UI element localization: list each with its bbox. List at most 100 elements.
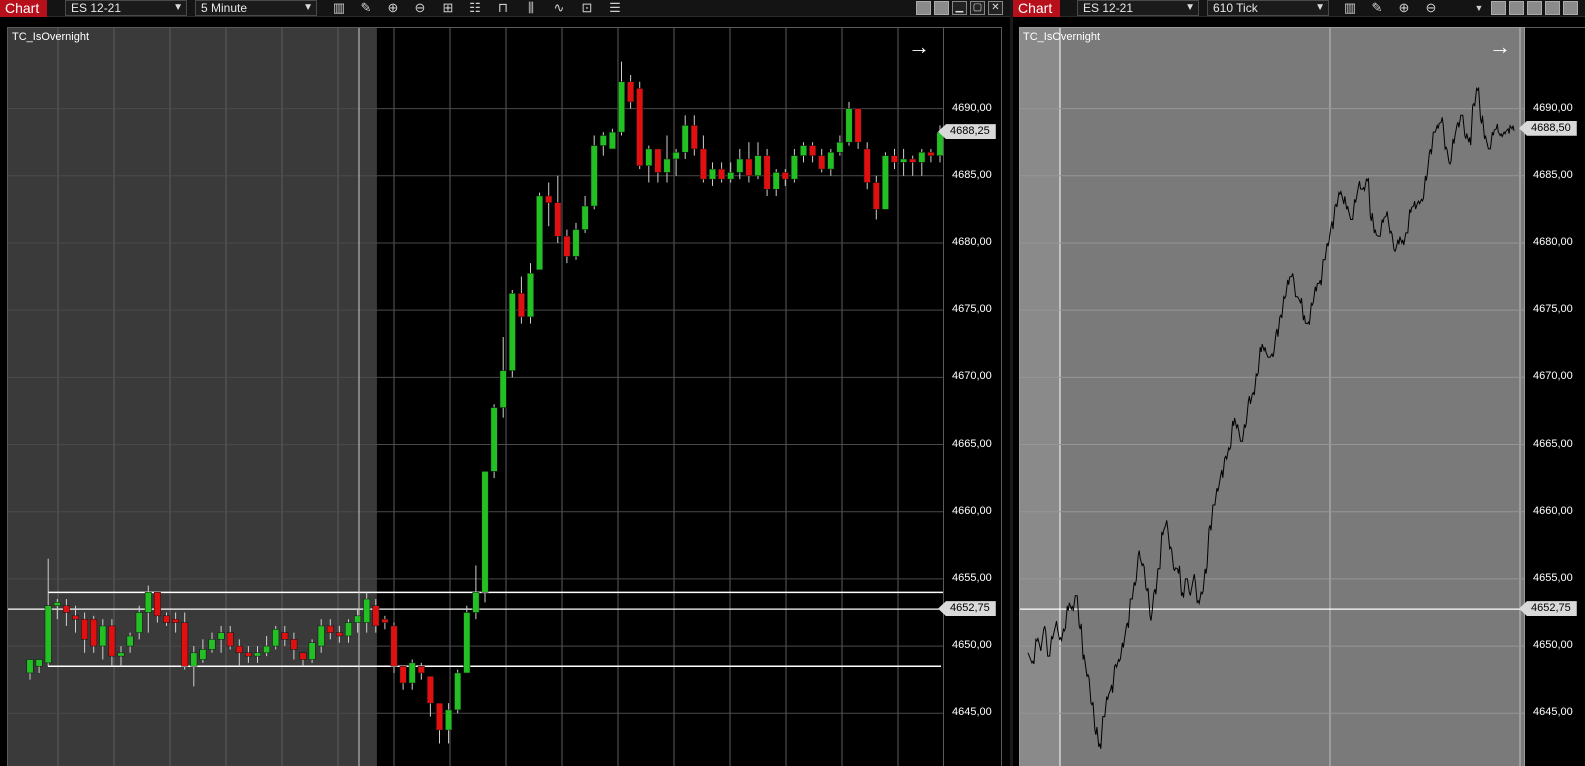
price-tick-label: 4675,00 [1533,303,1573,316]
candle-down [563,236,571,257]
chart-window-5min: Chart ES 12-21 ▼ 5 Minute ▼ ▥ ✎ ⊕ ⊖ ⊞ ☷ … [0,0,1010,766]
candle-down [927,152,935,156]
candlestick-chart [8,28,943,766]
candle-down [326,625,334,633]
candle-up [709,168,716,180]
price-axis[interactable]: 4690,00 4685,00 4680,00 4675,00 4670,00 4665,… [1519,27,1585,766]
maximize-button[interactable]: ▢ [970,1,985,15]
candle-down [281,632,289,640]
candle-down [335,632,343,637]
toolbar-overflow-chevron-icon[interactable]: ▼ [1468,0,1490,16]
candle-down [872,182,880,210]
price-tick-label: 4655,00 [952,571,992,584]
indicators-icon[interactable]: ⫼ [520,0,542,16]
window-option-button[interactable] [1527,1,1542,15]
window-option-button[interactable] [916,1,931,15]
price-tick-label: 4645,00 [952,706,992,719]
candle-up [53,602,61,607]
window-option-button[interactable] [1563,1,1578,15]
candle-up [590,145,598,207]
candle-up [144,592,152,613]
close-button[interactable]: ✕ [988,1,1003,15]
candle-down [390,625,398,667]
candle-up [472,592,480,613]
scroll-to-latest-arrow-icon[interactable]: → [1489,34,1511,60]
window-option-button[interactable] [1509,1,1524,15]
candle-up [663,158,671,173]
price-tick-label: 4660,00 [952,504,992,517]
price-tick-label: 4680,00 [952,235,992,248]
candle-down [854,108,862,143]
candle-down [818,155,826,170]
candle-down [235,645,243,654]
candle-up [618,81,625,133]
candle-down [244,652,252,657]
instrument-value: ES 12-21 [71,1,122,15]
data-box-icon[interactable]: ⊡ [576,0,598,16]
chevron-down-icon: ▼ [1315,2,1325,13]
candle-up [736,158,744,173]
candle-down [654,148,662,173]
candle-up [99,625,107,647]
price-tick-label: 4650,00 [952,639,992,652]
candle-up [26,659,34,674]
zoom-out-icon[interactable]: ⊖ [1420,0,1442,16]
tick-line-chart [1020,28,1524,766]
window-option-button[interactable] [1491,1,1506,15]
horizontal-line-price-tag: 4652,75 [938,601,996,617]
candle-up [581,205,589,230]
window-option-button[interactable] [1545,1,1560,15]
chart-tab[interactable]: Chart [0,0,47,17]
price-axis[interactable]: 4690,00 4685,00 4680,00 4675,00 4670,00 4665,… [938,27,1002,766]
candle-down [718,168,726,180]
candle-down [745,158,753,177]
candle-down [863,148,871,183]
indicator-label: TC_IsOvernight [1023,31,1101,43]
candle-up [454,672,462,711]
interval-value: 610 Tick [1213,1,1258,15]
price-tick-label: 4685,00 [952,168,992,181]
candle-up [35,659,43,667]
drawing-pencil-icon[interactable]: ✎ [1366,0,1388,16]
candle-up [445,709,453,731]
candle-up [572,229,580,257]
candle-up [345,622,352,637]
templates-icon[interactable]: ⊓ [492,0,514,16]
candle-down [436,702,443,731]
zoom-in-icon[interactable]: ⊕ [1393,0,1415,16]
chart-plot-area[interactable] [7,27,944,766]
candle-down [226,632,234,647]
zoom-in-icon[interactable]: ⊕ [382,0,404,16]
chart-plot-area[interactable] [1019,27,1525,766]
zoom-out-icon[interactable]: ⊖ [409,0,431,16]
properties-icon[interactable]: ☷ [464,0,486,16]
candle-up [272,629,280,647]
bar-type-icon[interactable]: ▥ [1339,0,1361,16]
interval-selector[interactable]: 5 Minute ▼ [195,0,317,16]
candle-up [199,649,207,660]
candle-down [554,202,562,237]
candle-up [881,155,889,210]
candle-down [399,665,407,684]
chart-tab[interactable]: Chart [1013,0,1060,17]
minimize-button[interactable]: ▁ [952,1,967,15]
strategies-icon[interactable]: ∿ [548,0,570,16]
instrument-value: ES 12-21 [1083,1,1134,15]
instrument-selector[interactable]: ES 12-21 ▼ [1077,0,1199,16]
window-option-button[interactable] [934,1,949,15]
candle-up [363,598,371,623]
candle-up [645,148,653,166]
drawing-pencil-icon[interactable]: ✎ [355,0,377,16]
candle-down [763,155,771,190]
candle-up [135,612,143,633]
crosshair-icon[interactable]: ⊞ [437,0,459,16]
interval-selector[interactable]: 610 Tick ▼ [1207,0,1329,16]
bar-type-icon[interactable]: ▥ [328,0,350,16]
price-tick-label: 4690,00 [1533,101,1573,114]
instrument-selector[interactable]: ES 12-21 ▼ [65,0,187,16]
candle-up [845,108,853,143]
menu-list-icon[interactable]: ☰ [604,0,626,16]
candle-down [81,618,89,640]
scroll-to-latest-arrow-icon[interactable]: → [908,34,930,60]
candle-down [372,605,380,627]
